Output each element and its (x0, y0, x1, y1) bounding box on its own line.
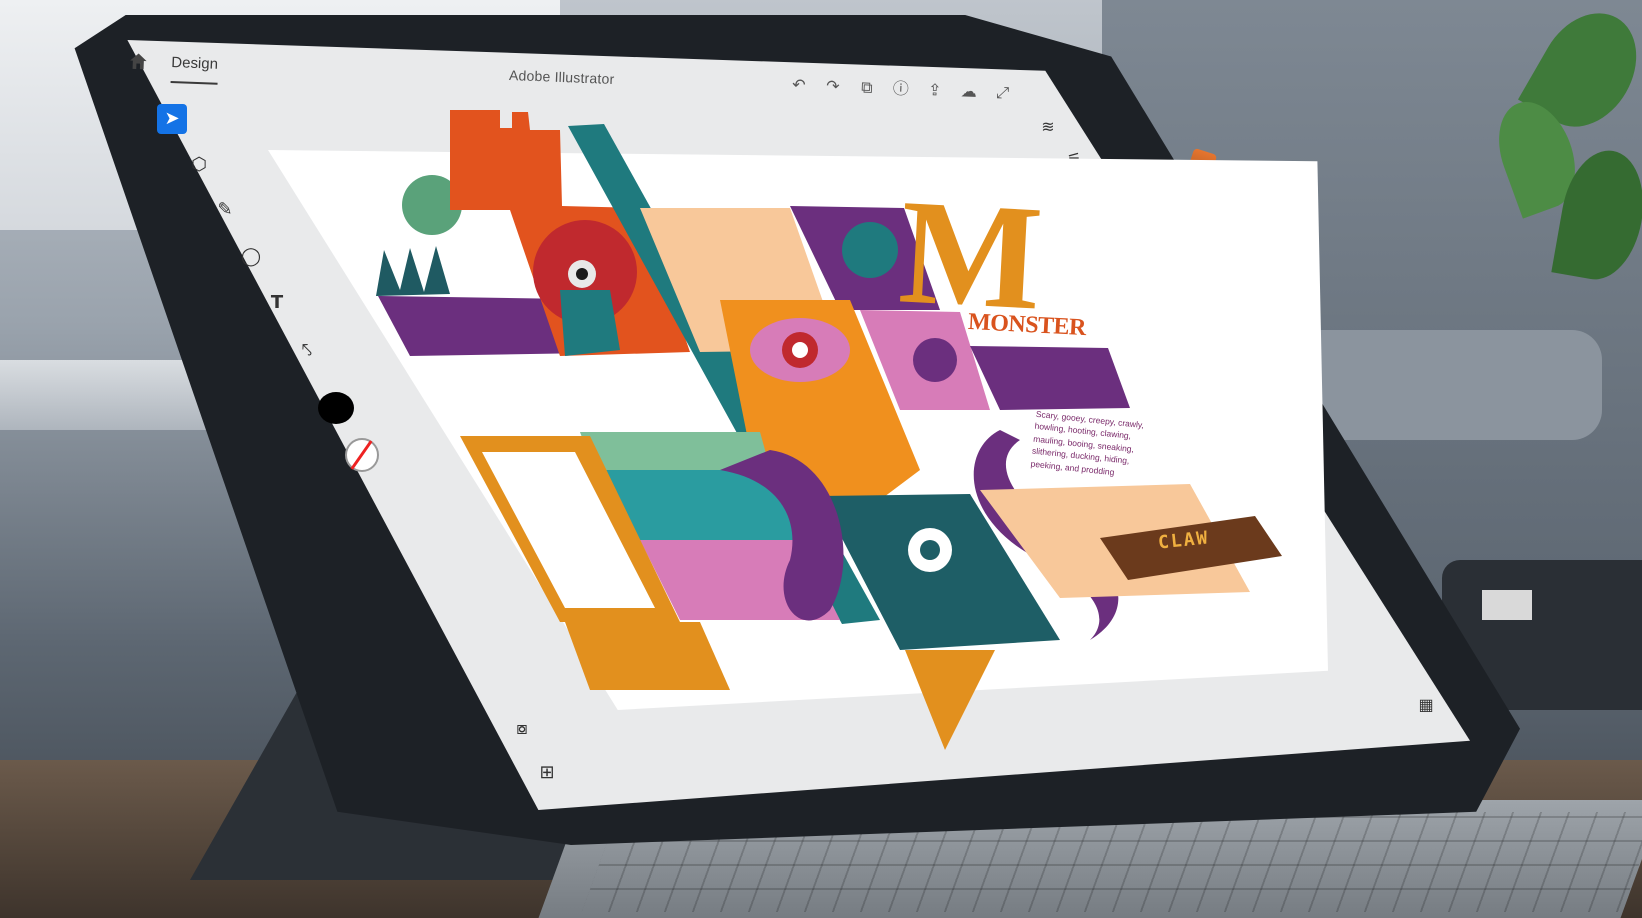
purple-dot (913, 338, 957, 382)
rain-block (970, 346, 1130, 410)
monster-eye-pupil (576, 268, 588, 280)
grass (376, 246, 450, 296)
diamond-pupil (920, 540, 940, 560)
photo-scene: Design Adobe Illustrator ↶ ↷ ⧉ ⓘ ⇪ ☁ ⤢ ➤… (0, 0, 1642, 918)
orange-spike (905, 650, 995, 750)
artwork (376, 110, 1282, 750)
teal-monster (560, 290, 620, 356)
big-eye-pupil (792, 342, 808, 358)
orange-foot (565, 622, 730, 690)
monster-blurb: Scary, gooey, creepy, crawly, howling, h… (1030, 408, 1145, 477)
moon (842, 222, 898, 278)
